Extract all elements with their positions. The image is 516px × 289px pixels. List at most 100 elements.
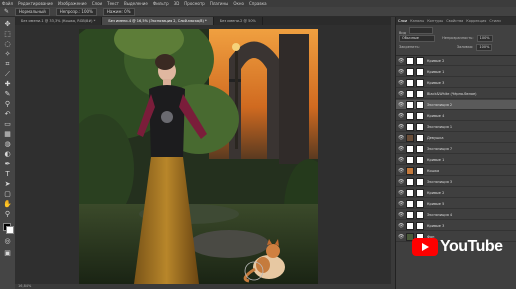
visibility-eye-icon[interactable]: 👁	[398, 146, 404, 152]
visibility-eye-icon[interactable]: 👁	[398, 102, 404, 108]
layer-row[interactable]: 👁 Кривые 2	[396, 188, 516, 198]
layer-row[interactable]: 👁 Экспозиция 1	[396, 122, 516, 132]
menu-item[interactable]: Редактирование	[18, 1, 53, 6]
document-tab[interactable]: Без имени-2 @ 50%	[214, 17, 263, 25]
layer-row[interactable]: 👁 Кривые 5	[396, 199, 516, 209]
blur-icon[interactable]: ◍	[3, 140, 12, 149]
type-icon[interactable]: T	[3, 170, 12, 179]
panel-tab[interactable]: Стили	[489, 17, 500, 25]
layer-row[interactable]: 👁 Кривые 3	[396, 221, 516, 231]
visibility-eye-icon[interactable]: 👁	[398, 157, 404, 163]
move-icon[interactable]: ✥	[3, 20, 12, 29]
layer-row[interactable]: 👁 Кривые 1	[396, 67, 516, 77]
panel-tab[interactable]: Коррекция	[466, 17, 486, 25]
layer-name: Экспозиция 3	[427, 180, 453, 184]
pen-icon[interactable]: ✒	[3, 160, 12, 169]
layer-row[interactable]: 👁 Экспозиция 3	[396, 177, 516, 187]
menu-item[interactable]: Окно	[233, 1, 244, 6]
marquee-icon[interactable]: ⬚	[3, 30, 12, 39]
document-tab[interactable]: Без имени-1 @ 33,3% (Кошка, RGB/8#) *	[15, 17, 103, 25]
layer-row[interactable]: 👁 Экспозиция 2	[396, 100, 516, 110]
document-tab[interactable]: Без имени-4 @ 16,5% (Экспозиция 2, Слой-…	[102, 17, 214, 25]
hand-icon[interactable]: ✋	[3, 200, 12, 209]
brush-tool-icon[interactable]: ✎	[4, 8, 9, 15]
layer-thumbnail	[406, 222, 414, 230]
panel-tab[interactable]: Свойства	[446, 17, 463, 25]
menu-item[interactable]: 3D	[174, 1, 180, 6]
layer-thumbnail	[406, 134, 414, 142]
brush-icon[interactable]: ✎	[3, 90, 12, 99]
visibility-eye-icon[interactable]: 👁	[398, 190, 404, 196]
panel-tab[interactable]: Контуры	[427, 17, 443, 25]
layer-thumbnail	[406, 178, 414, 186]
visibility-eye-icon[interactable]: 👁	[398, 124, 404, 130]
opacity-input[interactable]: 100%	[476, 35, 493, 42]
layer-row[interactable]: 👁 Кривые 2	[396, 56, 516, 66]
visibility-eye-icon[interactable]: 👁	[398, 223, 404, 229]
menu-item[interactable]: Выделение	[124, 1, 148, 6]
visibility-eye-icon[interactable]: 👁	[398, 179, 404, 185]
layer-name: Кривые 2	[427, 191, 445, 195]
layer-mask-thumbnail	[416, 189, 424, 197]
layer-thumbnail	[406, 156, 414, 164]
path-select-icon[interactable]: ➤	[3, 180, 12, 189]
history-brush-icon[interactable]: ↶	[3, 110, 12, 119]
menu-item[interactable]: Просмотр	[184, 1, 205, 6]
layer-row[interactable]: 👁 Кошка	[396, 166, 516, 176]
mode-select[interactable]: Нормальный	[15, 7, 50, 16]
layer-row[interactable]: 👁 Black&White (Чёрно-белое)	[396, 89, 516, 99]
menu-item[interactable]: Текст	[107, 1, 119, 6]
opacity-field[interactable]: Непрозр.: 100%	[55, 7, 97, 16]
layer-row[interactable]: 👁 Кривые 1	[396, 155, 516, 165]
layer-row[interactable]: 👁 Кривые 4	[396, 111, 516, 121]
layer-name: Экспозиция 4	[427, 213, 453, 217]
shape-icon[interactable]: ▢	[3, 190, 12, 199]
visibility-eye-icon[interactable]: 👁	[398, 201, 404, 207]
screen-mode-icon[interactable]: ▣	[3, 249, 12, 258]
visibility-eye-icon[interactable]: 👁	[398, 58, 404, 64]
eraser-icon[interactable]: ▭	[3, 120, 12, 129]
eyedropper-icon[interactable]: ⟋	[3, 70, 12, 79]
layer-row[interactable]: 👁 Экспозиция 7	[396, 144, 516, 154]
menu-item[interactable]: Слои	[92, 1, 102, 6]
document-canvas[interactable]	[79, 29, 318, 284]
gradient-icon[interactable]: ▦	[3, 130, 12, 139]
visibility-eye-icon[interactable]: 👁	[398, 168, 404, 174]
visibility-eye-icon[interactable]: 👁	[398, 91, 404, 97]
layer-mask-thumbnail	[416, 145, 424, 153]
panel-tab[interactable]: Каналы	[410, 17, 424, 25]
visibility-eye-icon[interactable]: 👁	[398, 113, 404, 119]
menu-item[interactable]: Плагины	[210, 1, 229, 6]
stamp-icon[interactable]: ⚲	[3, 100, 12, 109]
dodge-icon[interactable]: ◐	[3, 150, 12, 159]
healing-icon[interactable]: ✚	[3, 80, 12, 89]
fill-input[interactable]: 100%	[476, 44, 493, 51]
visibility-eye-icon[interactable]: 👁	[398, 80, 404, 86]
crop-icon[interactable]: ⌗	[3, 60, 12, 69]
quick-select-icon[interactable]: ✧	[3, 50, 12, 59]
panel-tab[interactable]: Слои	[398, 17, 407, 25]
layer-thumbnail	[406, 90, 414, 98]
visibility-eye-icon[interactable]: 👁	[398, 135, 404, 141]
layer-row[interactable]: 👁 Экспозиция 4	[396, 210, 516, 220]
lasso-icon[interactable]: ◌	[3, 40, 12, 49]
youtube-wordmark: YouTube	[440, 238, 503, 255]
canvas-area[interactable]	[15, 25, 391, 289]
background-color-swatch[interactable]	[6, 226, 14, 234]
layer-row[interactable]: 👁 Кривые 3	[396, 78, 516, 88]
kind-select[interactable]	[409, 27, 434, 34]
zoom-icon[interactable]: ⚲	[3, 210, 12, 219]
layer-row[interactable]: 👁 Девушка	[396, 133, 516, 143]
menu-item[interactable]: Файл	[2, 1, 13, 6]
layer-thumbnail	[406, 189, 414, 197]
quick-mask-icon[interactable]: ◎	[3, 237, 12, 246]
flow-field[interactable]: Нажим: 0%	[102, 7, 135, 16]
visibility-eye-icon[interactable]: 👁	[398, 69, 404, 75]
visibility-eye-icon[interactable]: 👁	[398, 212, 404, 218]
menu-item[interactable]: Фильтр	[153, 1, 169, 6]
menu-item[interactable]: Изображение	[58, 1, 87, 6]
menu-item[interactable]: Справка	[249, 1, 267, 6]
visibility-eye-icon[interactable]: 👁	[398, 234, 404, 240]
blend-mode-select[interactable]: Обычные	[399, 35, 435, 42]
layer-mask-thumbnail	[416, 123, 424, 131]
